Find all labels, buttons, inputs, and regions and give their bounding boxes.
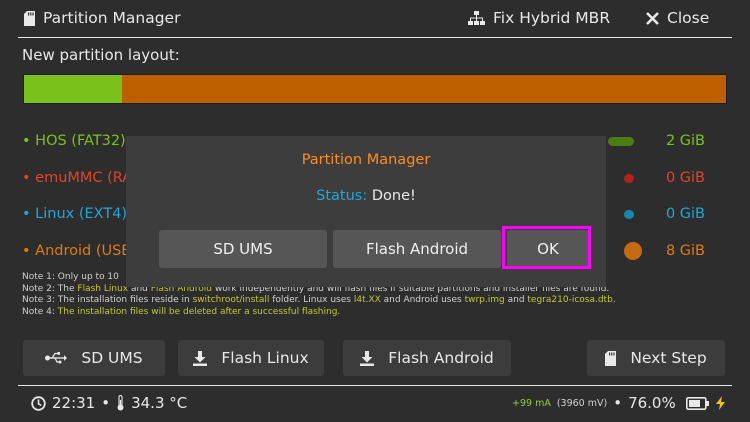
- sitemap-icon: [468, 10, 485, 25]
- window-title: Partition Manager: [24, 9, 180, 27]
- dialog-status: Status: Done!: [126, 188, 606, 204]
- dialog-flash-android-button[interactable]: Flash Android: [333, 230, 501, 268]
- note-4: Note 4: The installation files will be d…: [22, 306, 341, 317]
- close-icon: [646, 11, 659, 25]
- status-key: Status:: [316, 188, 368, 204]
- dialog-sd-ums-button[interactable]: SD UMS: [159, 230, 327, 268]
- separator-dot: •: [101, 394, 111, 412]
- next-step-label: Next Step: [630, 349, 707, 367]
- download-icon: [360, 350, 375, 366]
- thermometer-icon: [117, 395, 124, 411]
- layout-label: New partition layout:: [22, 46, 180, 64]
- flash-android-button[interactable]: Flash Android: [343, 340, 511, 376]
- partition-layout-bar: [23, 74, 727, 104]
- temperature: 34.3 °C: [131, 394, 188, 412]
- fix-hybrid-mbr-label: Fix Hybrid MBR: [493, 9, 611, 27]
- battery-voltage: (3960 mV): [556, 397, 608, 409]
- clock-icon: [31, 395, 46, 411]
- ok-button-highlight: [502, 226, 591, 269]
- partition-row-hos: • HOS (FAT32): [22, 133, 126, 149]
- usb-icon: [45, 352, 68, 364]
- emummc-size: 0 GiB: [665, 170, 705, 186]
- android-segment: [122, 75, 726, 103]
- fix-hybrid-mbr-button[interactable]: Fix Hybrid MBR: [468, 9, 610, 27]
- battery-current: +99 mA: [512, 397, 551, 409]
- window-title-text: Partition Manager: [43, 9, 181, 27]
- download-icon: [193, 350, 208, 366]
- linux-size: 0 GiB: [665, 206, 705, 222]
- android-size: 8 GiB: [665, 243, 705, 259]
- next-step-button[interactable]: Next Step: [587, 340, 725, 376]
- footer-divider: [18, 385, 732, 386]
- close-button[interactable]: Close: [646, 9, 709, 27]
- status-value: Done!: [371, 188, 416, 204]
- sd-ums-label: SD UMS: [81, 349, 143, 367]
- hos-size: 2 GiB: [665, 133, 705, 149]
- sd-ums-button[interactable]: SD UMS: [23, 340, 165, 376]
- status-left: 22:31 • 34.3 °C: [31, 394, 187, 412]
- note-3: Note 3: The installation files reside in…: [22, 295, 616, 305]
- dialog-title: Partition Manager: [301, 152, 431, 168]
- flash-linux-button[interactable]: Flash Linux: [178, 340, 324, 376]
- charging-bolt-icon: [715, 396, 725, 410]
- hos-segment: [24, 75, 122, 103]
- flash-android-label: Flash Android: [388, 349, 494, 367]
- partition-row-linux: • Linux (EXT4): [22, 206, 128, 222]
- separator-dot: •: [613, 394, 623, 412]
- close-label: Close: [667, 9, 710, 27]
- header-divider: [18, 37, 732, 38]
- clock-time: 22:31: [52, 394, 96, 412]
- sd-card-icon: [24, 10, 35, 26]
- status-right: +99 mA (3960 mV) • 76.0%: [512, 394, 725, 412]
- sd-card-icon: [605, 350, 617, 366]
- battery-percent: 76.0%: [628, 394, 676, 412]
- flash-linux-label: Flash Linux: [221, 349, 309, 367]
- battery-icon: [685, 396, 709, 410]
